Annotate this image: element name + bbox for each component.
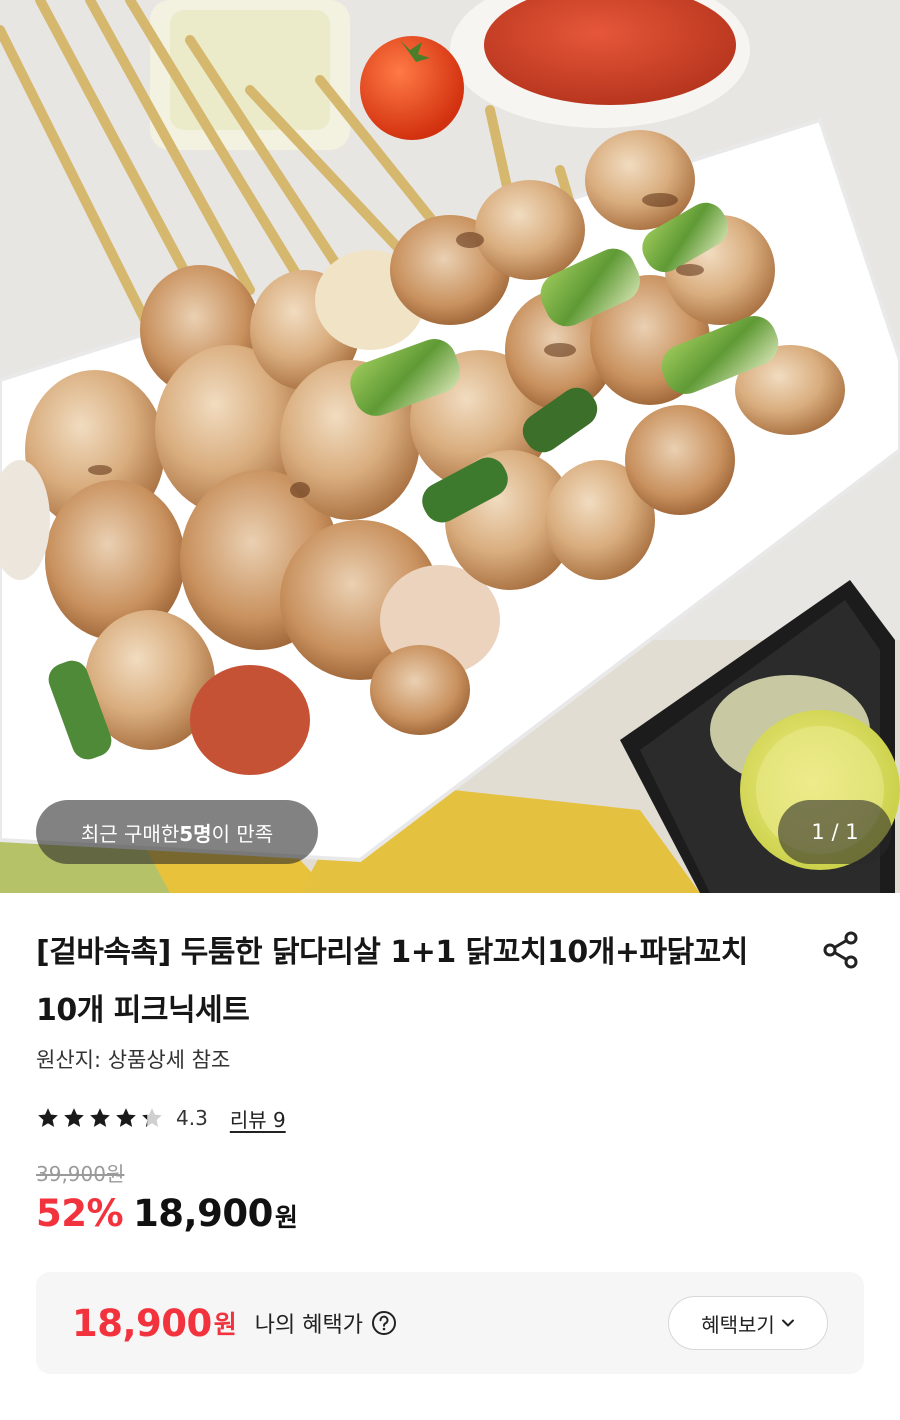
rating-row: 4.3 리뷰 9 [36, 1100, 286, 1136]
social-proof-count: 5명 [179, 821, 212, 846]
sale-price: 18,900 [133, 1192, 273, 1235]
star-icon [64, 1108, 84, 1127]
product-image-gallery[interactable]: 최근 구매한 5명 이 만족 1 / 1 [0, 0, 900, 893]
star-icon [116, 1108, 136, 1127]
view-benefits-button[interactable]: 혜택보기 [668, 1296, 828, 1350]
star-icon [142, 1108, 162, 1127]
image-counter: 1 / 1 [778, 800, 892, 864]
chevron-down-icon [781, 1319, 794, 1327]
social-proof-suffix: 이 만족 [211, 821, 274, 846]
recent-buyers-badge: 최근 구매한 5명 이 만족 [36, 800, 318, 864]
discount-rate: 52% [36, 1192, 124, 1235]
help-button[interactable] [371, 1310, 397, 1336]
benefit-price-currency: 원 [213, 1310, 237, 1339]
star-rating [36, 1106, 164, 1130]
product-photo [0, 0, 900, 893]
price-row: 52% 18,900 원 [36, 1192, 298, 1242]
benefit-price: 18,900 [72, 1301, 212, 1345]
star-icon [38, 1108, 58, 1127]
view-benefits-label: 혜택보기 [701, 1312, 775, 1337]
star-icon [90, 1108, 110, 1127]
review-link[interactable]: 리뷰 9 [230, 1104, 286, 1133]
original-price: 39,900원 [36, 1162, 125, 1186]
origin-info: 원산지: 상품상세 참조 [36, 1048, 231, 1072]
share-button[interactable] [819, 928, 863, 972]
rating-value: 4.3 [176, 1106, 208, 1130]
my-benefit-box: 18,900 원 나의 혜택가 혜택보기 [36, 1272, 864, 1374]
social-proof-prefix: 최근 구매한 [80, 821, 180, 846]
sale-price-currency: 원 [274, 1203, 298, 1232]
product-title: [겉바속촉] 두툼한 닭다리살 1+1 닭꼬치10개+파닭꼬치10개 피크닉세트 [36, 935, 748, 1028]
benefit-label: 나의 혜택가 [254, 1313, 363, 1338]
share-icon [823, 931, 858, 969]
question-circle-icon [372, 1311, 396, 1335]
product-title-row: [겉바속촉] 두툼한 닭다리살 1+1 닭꼬치10개+파닭꼬치10개 피크닉세트 [36, 924, 864, 1040]
